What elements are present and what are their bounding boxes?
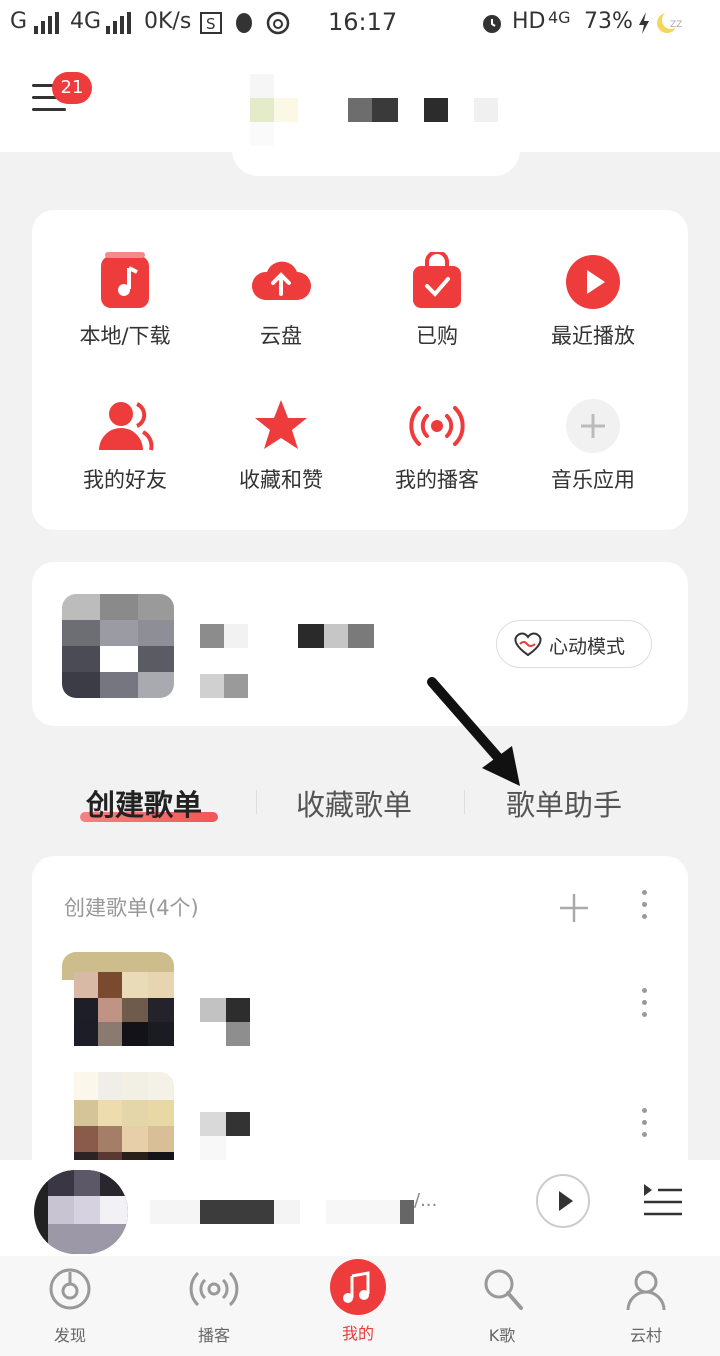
alarm-icon	[480, 11, 504, 39]
nav-label: 云村	[629, 1326, 662, 1345]
playlist-queue-button[interactable]	[640, 1180, 684, 1224]
grid-item-label: 我的好友	[83, 468, 167, 492]
playlist-item[interactable]	[62, 952, 662, 1062]
app-s-icon: S	[200, 12, 222, 38]
svg-text:ZZ: ZZ	[670, 20, 682, 30]
signal-icon	[106, 12, 132, 38]
playlist-queue-icon	[644, 1184, 682, 1216]
charging-icon	[638, 12, 650, 38]
heart-mode-label: 心动模式	[549, 636, 626, 658]
playlist-cover-image	[62, 952, 174, 1064]
notification-badge: 21	[52, 72, 92, 104]
grid-item-label: 最近播放	[551, 324, 635, 348]
signal-icon	[34, 12, 60, 38]
grid-item-label: 音乐应用	[551, 468, 635, 492]
grid-item-music-apps[interactable]: 音乐应用	[515, 396, 671, 494]
nav-label: 我的	[341, 1324, 374, 1343]
plus-icon	[560, 894, 588, 922]
mini-player-cover-image	[34, 1170, 128, 1254]
grid-item-label: 本地/下载	[79, 324, 171, 348]
play-icon	[559, 1191, 573, 1211]
battery-percent: 73%	[584, 9, 633, 34]
network-speed: 0K/s	[144, 9, 192, 34]
liked-songs-card[interactable]: 心动模式	[32, 562, 688, 726]
hd-label: HD	[512, 9, 546, 34]
grid-item-favorites[interactable]: 收藏和赞	[203, 396, 359, 494]
header-notch	[232, 150, 520, 176]
grid-item-label: 已购	[416, 324, 458, 348]
shopping-bag-check-icon	[407, 250, 467, 312]
netease-logo-icon	[266, 11, 290, 39]
more-options-button[interactable]	[642, 1108, 648, 1144]
svg-text:S: S	[206, 15, 216, 33]
grid-item-purchased[interactable]: 已购	[359, 250, 515, 350]
broadcast-icon	[407, 396, 467, 456]
nav-karaoke[interactable]: K歌	[452, 1264, 552, 1346]
grid-item-cloud-disk[interactable]: 云盘	[203, 252, 359, 350]
quick-access-card: 本地/下载 云盘 已购 最近播放 我的好友 收藏和赞 我的播客 音乐应用	[32, 210, 688, 530]
nav-my-music[interactable]: 我的	[308, 1259, 408, 1344]
play-circle-icon	[563, 252, 623, 312]
cloud-upload-icon	[251, 252, 311, 312]
nav-podcast[interactable]: 播客	[164, 1264, 264, 1346]
grid-item-local-download[interactable]: 本地/下载	[47, 252, 203, 350]
grid-item-recently-played[interactable]: 最近播放	[515, 252, 671, 350]
clock: 16:17	[328, 8, 398, 36]
grid-item-label: 收藏和赞	[239, 468, 323, 492]
pixelated-liked-title	[200, 624, 380, 700]
music-note-icon	[330, 1259, 386, 1315]
tab-divider	[256, 790, 257, 814]
friends-icon	[95, 396, 155, 456]
heart-mode-button[interactable]: 心动模式	[496, 620, 652, 668]
nav-community[interactable]: 云村	[596, 1264, 696, 1346]
playlist-section-title: 创建歌单(4个)	[64, 896, 199, 920]
nav-discover[interactable]: 发现	[20, 1264, 120, 1346]
grid-item-label: 我的播客	[395, 468, 479, 492]
liked-cover-image	[62, 594, 174, 698]
tab-created-playlists[interactable]: 创建歌单	[86, 782, 202, 824]
grid-item-my-podcast[interactable]: 我的播客	[359, 396, 515, 494]
add-playlist-button[interactable]	[558, 892, 590, 928]
moon-icon: ZZ	[654, 10, 694, 40]
play-button[interactable]	[536, 1174, 590, 1228]
more-options-button[interactable]	[642, 890, 648, 926]
plus-icon	[563, 396, 623, 456]
mini-player-song-suffix: /...	[414, 1190, 438, 1211]
network-label: 4G	[548, 8, 571, 27]
tab-collected-playlists[interactable]: 收藏歌单	[296, 782, 412, 824]
music-note-icon	[95, 252, 155, 312]
grid-item-label: 云盘	[260, 324, 302, 348]
nav-label: K歌	[488, 1326, 516, 1345]
grid-item-friends[interactable]: 我的好友	[47, 396, 203, 494]
carrier-label: G	[10, 9, 28, 34]
menu-icon	[32, 108, 66, 111]
mini-player[interactable]: /...	[0, 1160, 720, 1256]
star-icon	[251, 396, 311, 456]
nav-label: 发现	[53, 1326, 86, 1345]
pixelated-title	[250, 74, 500, 148]
microphone-icon	[484, 1269, 523, 1310]
status-bar: G 4G 0K/s S 16:17 HD 4G 73% ZZ	[0, 0, 720, 48]
netease-logo-icon	[49, 1268, 91, 1310]
qq-icon	[232, 11, 256, 39]
more-options-button[interactable]	[642, 988, 648, 1024]
network-label: 4G	[70, 9, 102, 34]
community-icon	[626, 1270, 666, 1311]
heart-icon	[513, 631, 543, 661]
nav-label: 播客	[197, 1326, 230, 1345]
broadcast-icon	[189, 1271, 239, 1307]
annotation-arrow-icon	[424, 674, 528, 796]
bottom-navigation: 发现 播客 我的 K歌 云村	[0, 1256, 720, 1356]
